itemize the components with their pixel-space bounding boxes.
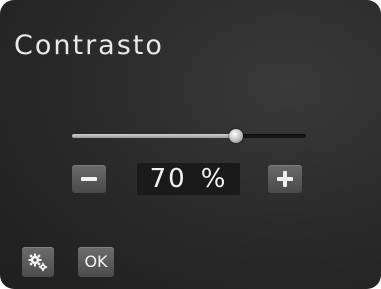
contrast-screen: Contrasto 70% OK	[0, 0, 381, 289]
decrease-button[interactable]	[72, 165, 106, 193]
contrast-unit: %	[200, 164, 228, 194]
contrast-value-display: 70%	[137, 163, 240, 195]
increase-button[interactable]	[268, 165, 302, 193]
settings-button[interactable]	[22, 247, 54, 277]
gears-icon	[28, 253, 48, 272]
contrast-value: 70	[149, 164, 187, 194]
slider-knob[interactable]	[229, 129, 243, 143]
contrast-slider[interactable]	[72, 128, 306, 144]
slider-fill	[72, 134, 236, 138]
screen-title: Contrasto	[14, 30, 164, 61]
ok-button[interactable]: OK	[78, 247, 114, 277]
minus-icon	[81, 177, 97, 181]
